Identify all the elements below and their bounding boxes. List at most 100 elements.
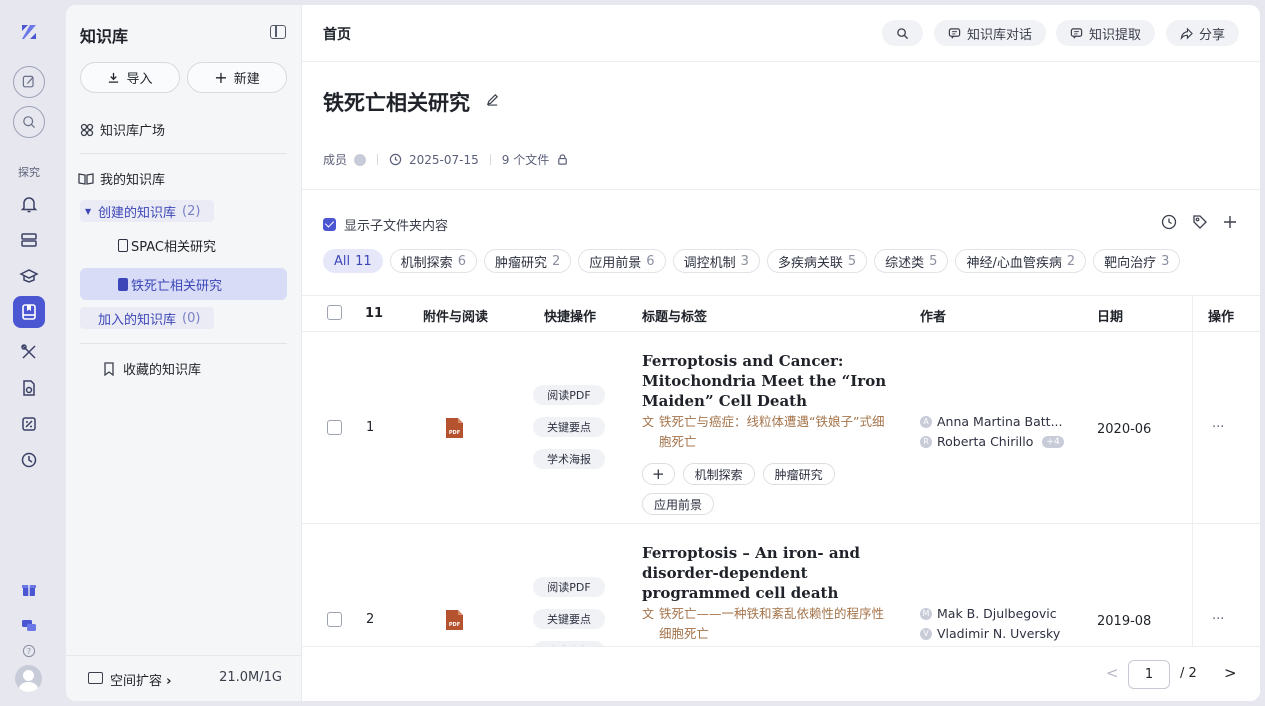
row-checkbox[interactable] [327,420,342,435]
extract-button[interactable]: 知识提取 [1056,20,1156,46]
sidebar-toggle-icon[interactable] [270,25,286,39]
paper-title-zh: 文 铁死亡与癌症：线粒体遭遇“铁娘子”式细胞死亡 [642,414,885,449]
tag-filter[interactable]: 多疾病关联 5 [766,249,868,273]
tag-filter[interactable]: 靶向治疗 3 [1093,249,1181,273]
tag-filter-all[interactable]: All 11 [323,249,383,273]
select-all-checkbox[interactable] [327,305,342,320]
new-chat-icon[interactable] [13,66,45,98]
paper-tag[interactable]: 机制探索 [682,463,755,485]
tag-filter[interactable]: 神经/心血管疾病 2 [955,249,1087,273]
read-pdf-button[interactable]: 阅读PDF [533,577,605,597]
help-icon[interactable]: ? [13,635,45,667]
layers-icon[interactable] [13,224,45,256]
sidebar-item-label: SPAC相关研究 [131,239,217,255]
book-open-icon [78,172,94,185]
author[interactable]: V Vladimir N. Uversky [920,624,1060,644]
paper-date: 2020-06 [1097,422,1152,437]
created-kb-group[interactable]: ▼ 创建的知识库 (2) [80,200,215,222]
sidebar-item-plaza[interactable]: 知识库广场 [80,120,165,139]
next-page-icon[interactable]: > [1224,664,1237,682]
more-options-icon[interactable]: ··· [1212,612,1224,627]
graduation-cap-icon[interactable] [13,260,45,292]
expand-storage-label: 空间扩容 › [110,674,172,689]
author[interactable]: M Mak B. Djulbegovic [920,604,1060,624]
sidebar-item-my-kb[interactable]: 我的知识库 [78,169,165,188]
author[interactable]: A Anna Martina Batt... [920,412,1064,432]
divider [80,343,287,344]
author-list: M Mak B. Djulbegovic V Vladimir N. Uversky [920,604,1060,644]
page-input[interactable]: 1 [1128,660,1170,689]
knowledge-base-icon[interactable] [13,296,45,328]
sidebar-item-favorites[interactable]: 收藏的知识库 [104,359,201,378]
read-pdf-button[interactable]: 阅读PDF [533,385,605,405]
user-avatar[interactable] [15,665,42,692]
row-index: 1 [366,420,375,435]
plus-icon: + [214,68,228,87]
column-title: 标题与标签 [642,310,708,325]
sidebar-item-ferroptosis[interactable]: 铁死亡相关研究 [80,268,287,300]
calculator-icon[interactable] [13,408,45,440]
tag-icon[interactable] [1192,214,1208,230]
tag-filter[interactable]: 肿瘤研究 2 [483,249,572,273]
paper-title[interactable]: Ferroptosis – An iron- and disorder-depe… [642,543,892,603]
more-authors-badge[interactable]: +4 [1042,436,1064,448]
members-label: 成员 [323,153,348,167]
table-row[interactable]: 1 PDF 阅读PDF 关键要点 学术海报 Ferroptosis and Ca… [302,332,1260,524]
paper-tag[interactable]: 肿瘤研究 [762,463,835,485]
bell-icon[interactable] [13,188,45,220]
row-checkbox[interactable] [327,612,342,627]
tag-filter[interactable]: 机制探索 6 [389,249,477,273]
document-icon[interactable] [13,372,45,404]
column-attach: 附件与阅读 [423,310,489,325]
pdf-icon[interactable]: PDF [445,609,464,631]
pagination: < 1 / 2 > [302,646,1260,701]
search-button[interactable] [882,20,923,46]
key-points-button[interactable]: 关键要点 [533,417,605,437]
history-icon[interactable] [1161,214,1177,230]
share-button[interactable]: 分享 [1166,20,1240,46]
tag-filter[interactable]: 调控机制 3 [672,249,760,273]
edit-icon[interactable] [486,93,499,106]
tag-filter[interactable]: 综述类 5 [874,249,949,273]
paper-title[interactable]: Ferroptosis and Cancer: Mitochondria Mee… [642,351,892,411]
search-icon[interactable] [13,106,45,138]
paper-tag[interactable]: 应用前景 [642,493,715,515]
import-button[interactable]: 导入 [80,62,180,93]
checkbox-checked[interactable] [323,218,336,231]
joined-kb-group[interactable]: 加入的知识库 (0) [80,307,215,329]
member-avatar[interactable] [354,153,367,166]
main-panel: 知识库 导入 + 新建 知识库广场 我的知识库 ▼ 创建的知识库 (2) SPA… [66,5,1260,701]
add-tag-button[interactable]: + [642,463,675,485]
storage-footer[interactable]: 空间扩容 › 21.0M/1G [66,655,302,701]
breadcrumb: 首页 [323,27,351,43]
table-row[interactable]: 2 PDF 阅读PDF 关键要点 学术海报 Ferroptosis – An i… [302,524,1260,664]
svg-text:PDF: PDF [449,622,460,628]
history-icon[interactable] [13,444,45,476]
translate-icon: 文 [642,607,655,621]
prev-page-icon[interactable]: < [1106,664,1119,682]
tag-filter[interactable]: 应用前景 6 [578,249,666,273]
tools-icon[interactable] [13,336,45,368]
group-count: (0) [182,310,201,326]
author[interactable]: R Roberta Chirillo +4 [920,432,1064,452]
new-button[interactable]: + 新建 [187,62,287,93]
author-list: A Anna Martina Batt... R Roberta Chirillo +… [920,412,1064,452]
show-subfolders-toggle[interactable]: 显示子文件夹内容 [323,215,448,234]
poster-button[interactable]: 学术海报 [533,449,605,469]
kb-chat-button[interactable]: 知识库对话 [934,20,1047,46]
logo-icon[interactable] [13,16,45,48]
sidebar-item-spac[interactable]: SPAC相关研究 [80,229,287,261]
pdf-icon[interactable]: PDF [445,417,464,439]
divider [489,154,491,165]
app-rail: 探究 ? [0,0,58,706]
key-points-button[interactable]: 关键要点 [533,609,605,629]
row-index: 2 [366,612,375,627]
add-icon[interactable] [1222,214,1238,230]
clock-icon [389,153,402,166]
button-label: 知识库对话 [967,27,1033,43]
translate-icon: 文 [642,415,655,429]
kb-meta: 成员 2025-07-15 9 个文件 [323,151,569,168]
gift-icon[interactable] [13,573,45,605]
more-options-icon[interactable]: ··· [1212,420,1224,435]
share-icon [1180,27,1193,40]
